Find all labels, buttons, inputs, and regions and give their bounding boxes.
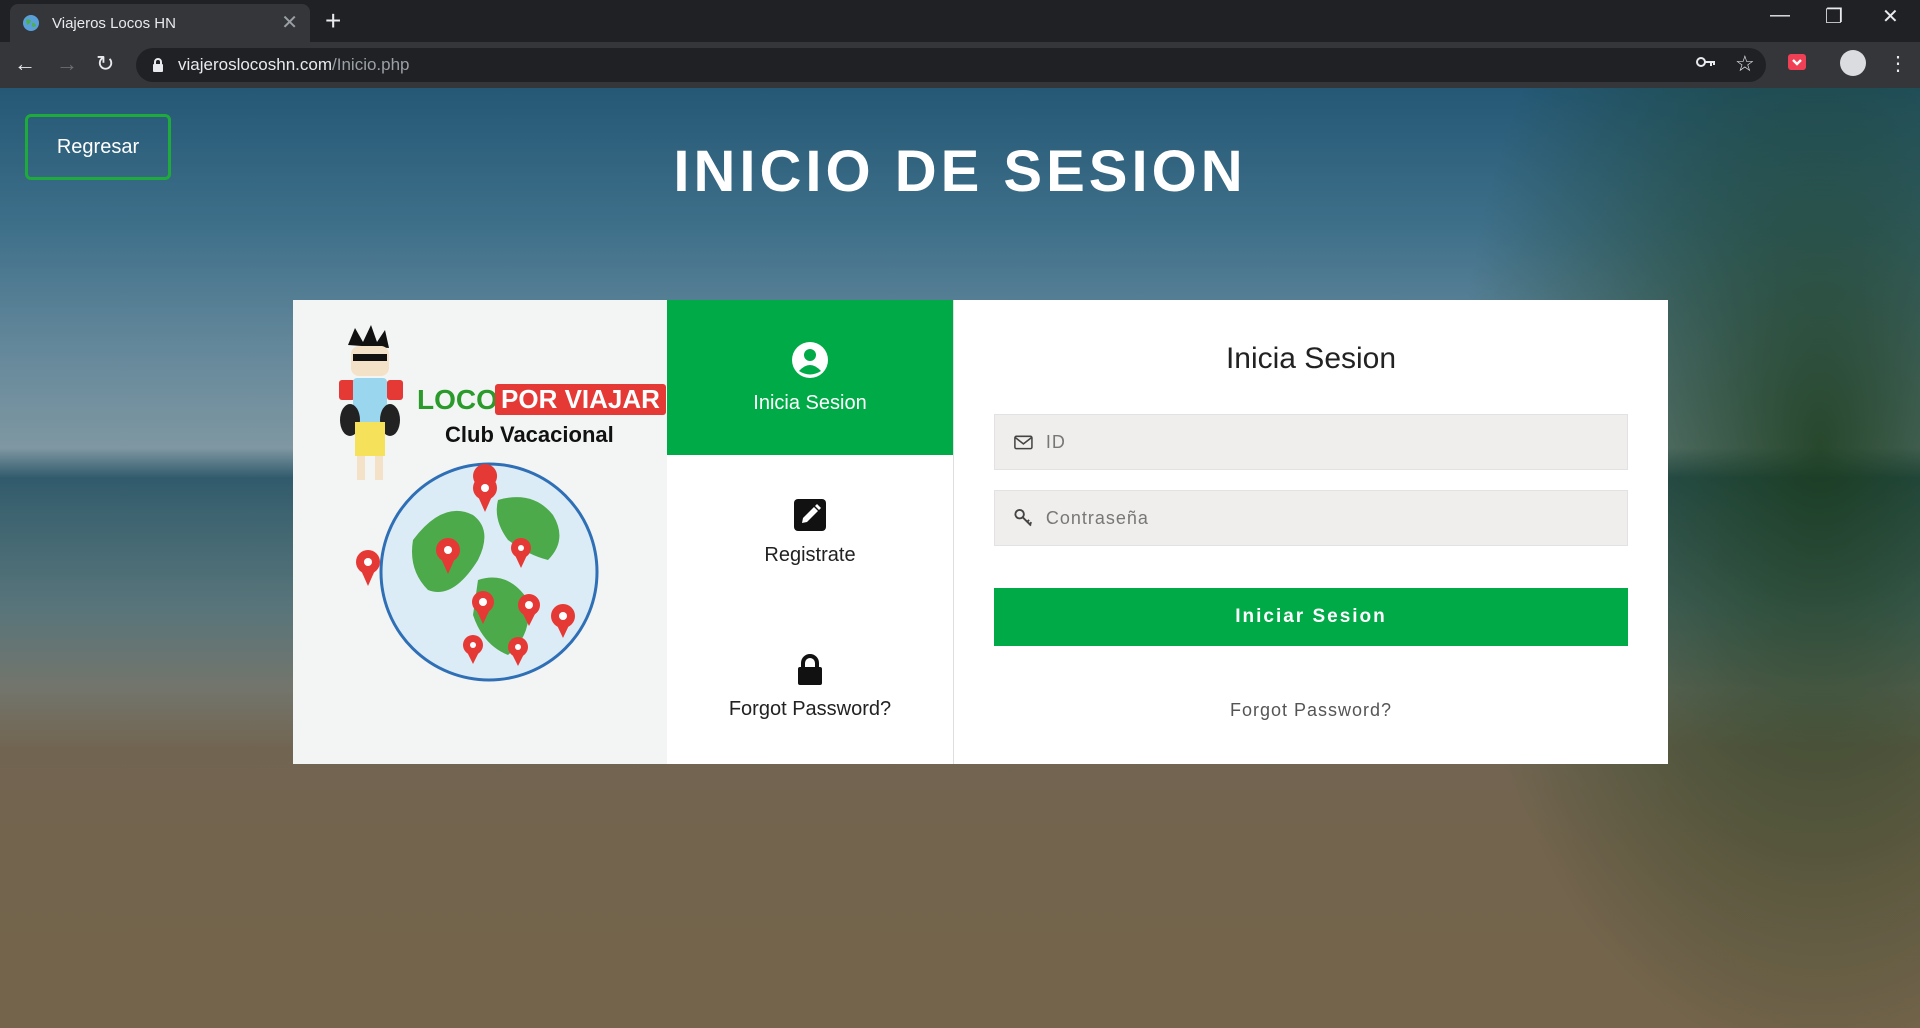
close-window-icon[interactable]: ✕ [1882,4,1899,29]
page-background: Regresar INICIO DE SESION LOCOS POR VIAJ… [0,88,1920,1028]
id-input[interactable] [1045,431,1627,453]
lock-icon [798,654,822,685]
browser-tab-bar: Viajeros Locos HN ✕ + — ❐ ✕ [0,0,1920,42]
logo-panel: LOCOS POR VIAJAR Club Vacacional [293,300,667,764]
key-icon[interactable] [1695,51,1717,73]
tab-inicia-sesion-label: Inicia Sesion [753,392,867,414]
pocket-extension-icon[interactable] [1786,51,1808,73]
new-tab-icon[interactable]: + [325,7,341,35]
restore-icon[interactable]: ❐ [1825,4,1843,29]
password-field[interactable] [994,490,1628,546]
bookmark-star-icon[interactable]: ☆ [1735,51,1755,77]
password-input[interactable] [1045,507,1627,529]
edit-icon [794,499,826,531]
back-arrow-icon[interactable]: ← [14,51,36,77]
url-host: viajeroslocoshn.com [178,55,333,74]
logo-word-por-viajar: POR VIAJAR [495,384,666,415]
login-card: LOCOS POR VIAJAR Club Vacacional Inicia … [293,300,1668,764]
login-form: Inicia Sesion Iniciar Sesion Forgot Pass… [954,300,1668,764]
auth-tabs: Inicia Sesion Registrate Forgot Password… [667,300,954,764]
user-circle-icon [792,342,828,378]
browser-tab[interactable]: Viajeros Locos HN ✕ [10,4,310,42]
forgot-password-link[interactable]: Forgot Password? [994,700,1628,721]
profile-avatar[interactable] [1840,50,1866,76]
reload-icon[interactable]: ↻ [96,51,114,77]
form-title: Inicia Sesion [1225,342,1397,375]
locos-por-viajar-logo [339,325,599,682]
browser-tab-title: Viajeros Locos HN [52,14,176,32]
tab-inicia-sesion[interactable]: Inicia Sesion [667,300,953,455]
key-icon [1014,509,1033,527]
page-title: INICIO DE SESION [673,139,1247,204]
envelope-icon [1014,435,1033,450]
browser-menu-icon[interactable]: ⋮ [1888,51,1908,76]
secure-lock-icon [153,58,163,72]
tab-forgot-password[interactable]: Forgot Password? [667,610,953,765]
logo-subtitle: Club Vacacional [445,422,614,447]
tab-registrate[interactable]: Registrate [667,455,953,610]
iniciar-sesion-button[interactable]: Iniciar Sesion [994,588,1628,646]
address-bar[interactable]: viajeroslocoshn.com/Inicio.php [136,48,1766,82]
minimize-icon[interactable]: — [1770,4,1790,27]
id-field[interactable] [994,414,1628,470]
tab-forgot-password-label: Forgot Password? [728,698,892,720]
forward-arrow-icon[interactable]: → [56,51,78,77]
browser-toolbar: ← → ↻ viajeroslocoshn.com/Inicio.php ☆ ⋮ [0,42,1920,88]
globe-favicon-icon [23,15,39,31]
tab-registrate-label: Registrate [764,544,856,566]
close-tab-icon[interactable]: ✕ [281,13,298,33]
url-path: /Inicio.php [332,55,410,74]
